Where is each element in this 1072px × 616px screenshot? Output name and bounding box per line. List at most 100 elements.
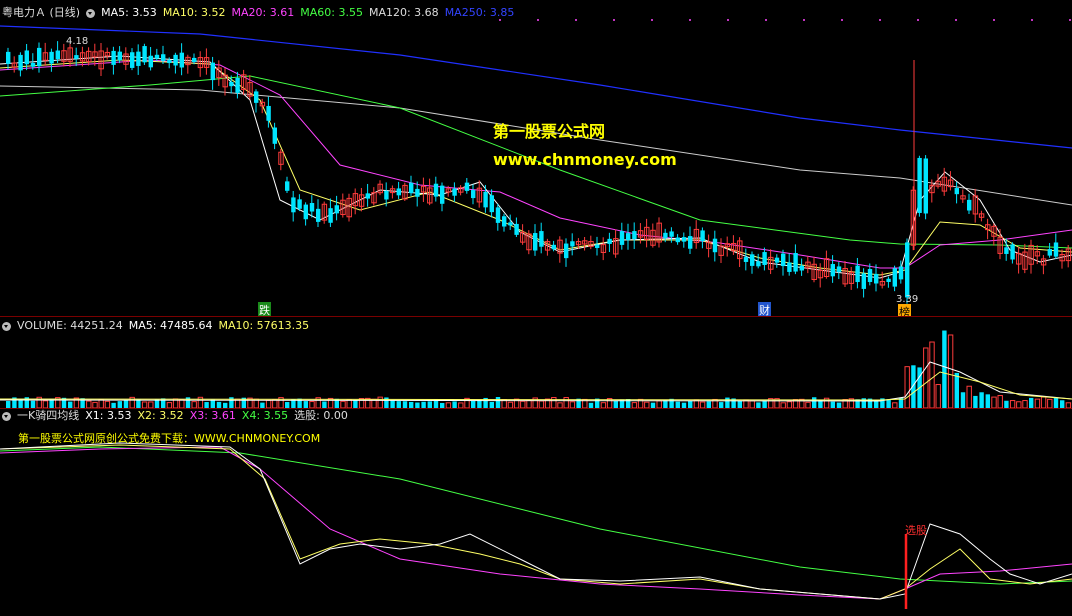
candle-down [905,242,910,298]
marker-dot [575,19,577,21]
volume-bar [663,400,668,408]
candle-down [663,232,668,239]
marker-dot [1069,19,1071,21]
price-panel[interactable]: 粤电力Ａ (日线) MA5: 3.53 MA10: 3.52 MA20: 3.6… [0,0,1072,316]
volume-bar [179,398,185,408]
volume-bar [117,401,122,408]
marker-dot [803,19,805,21]
candle-down [415,188,420,197]
candle-down [514,223,519,235]
volume-panel[interactable]: VOLUME: 44251.24 MA5: 47485.64 MA10: 576… [0,317,1072,408]
candle-down [130,52,135,68]
x1-label: X1: 3.53 [85,409,132,422]
marker-dot [727,19,729,21]
marker-dot [537,19,539,21]
candle-down [570,241,575,247]
ma120-label: MA120: 3.68 [368,6,439,19]
ma5-label: MA5: 3.53 [101,6,157,19]
marker-dot [613,19,615,21]
candle-down [266,105,271,121]
volume-bar [935,384,941,408]
candle-down [793,253,798,272]
candle-down [285,181,290,191]
candle-down [551,244,556,250]
indicator-menu-icon[interactable] [86,8,96,18]
candle-down [235,77,240,93]
candle-down [607,238,612,244]
candle-down [452,188,457,196]
x2-label: X2: 3.52 [137,409,184,422]
candle-down [787,262,792,272]
candle-down [173,54,178,66]
candle-down [192,57,197,63]
candle-down [867,269,873,282]
candle-down [179,52,184,68]
candle-down [396,188,401,196]
candle-down [37,47,42,67]
volume-bar [390,400,395,408]
event-tag-die[interactable]: 跌 [258,302,271,316]
volume-bar [762,400,767,408]
stock-title: 粤电力Ａ (日线) [2,6,81,19]
candle-down [210,62,215,81]
candle-down [291,197,296,213]
volume-bar [86,400,92,408]
x1-line [0,442,1072,600]
marker-dot [765,19,767,21]
volume-bar [346,399,352,408]
candle-down [619,231,625,245]
candle-down [483,191,488,208]
volume-bar [303,401,308,408]
marker-dot [879,19,881,21]
candle-down [309,203,315,212]
candle-down [111,50,116,65]
candle-down [886,278,891,282]
event-tag-cai[interactable]: 财 [758,302,771,316]
candle-down [923,158,928,214]
volume-bar [104,400,111,408]
volume-ma10-label: MA10: 57613.35 [218,319,310,332]
volume-bar [265,399,272,408]
candle-down [595,244,600,248]
watermark-url: www.chnmoney.com [493,150,677,169]
candle-down [297,199,302,209]
volume-bar [452,401,457,408]
volume-bar [427,401,432,408]
volume-label: VOLUME: 44251.24 [17,319,123,332]
candle-down [799,265,804,271]
ma20-label: MA20: 3.61 [231,6,295,19]
candle-down [384,190,389,200]
volume-menu-icon[interactable] [2,321,11,331]
volume-bar [904,366,910,408]
candle-down [1047,249,1052,256]
volume-bar [991,396,997,408]
volume-bar [725,397,730,408]
candle-down [303,204,308,220]
volume-bar [551,397,557,408]
volume-bar [1022,400,1028,408]
volume-bar [1009,400,1016,408]
candle-down [743,257,749,262]
indicator-menu-icon[interactable] [2,411,11,421]
volume-bar [979,392,984,408]
volume-bar [471,400,476,408]
candle-down [700,230,705,242]
signal-label: 选股 [905,524,927,537]
candle-down [632,231,637,240]
volume-bar [613,400,618,408]
volume-bar [954,372,959,408]
candle-down [1053,242,1059,257]
volume-bar [6,401,11,408]
volume-bar [947,334,954,408]
event-tag-bang[interactable]: 榜 [898,304,911,316]
candle-down [433,183,439,197]
marker-dot [651,19,653,21]
volume-bar [886,399,891,408]
candle-down [1010,244,1015,260]
volume-bar [749,400,755,408]
candle-down [954,188,959,195]
volume-bar [688,401,693,408]
candle-down [136,51,141,66]
x4-label: X4: 3.55 [241,409,289,422]
candle-down [533,233,538,251]
